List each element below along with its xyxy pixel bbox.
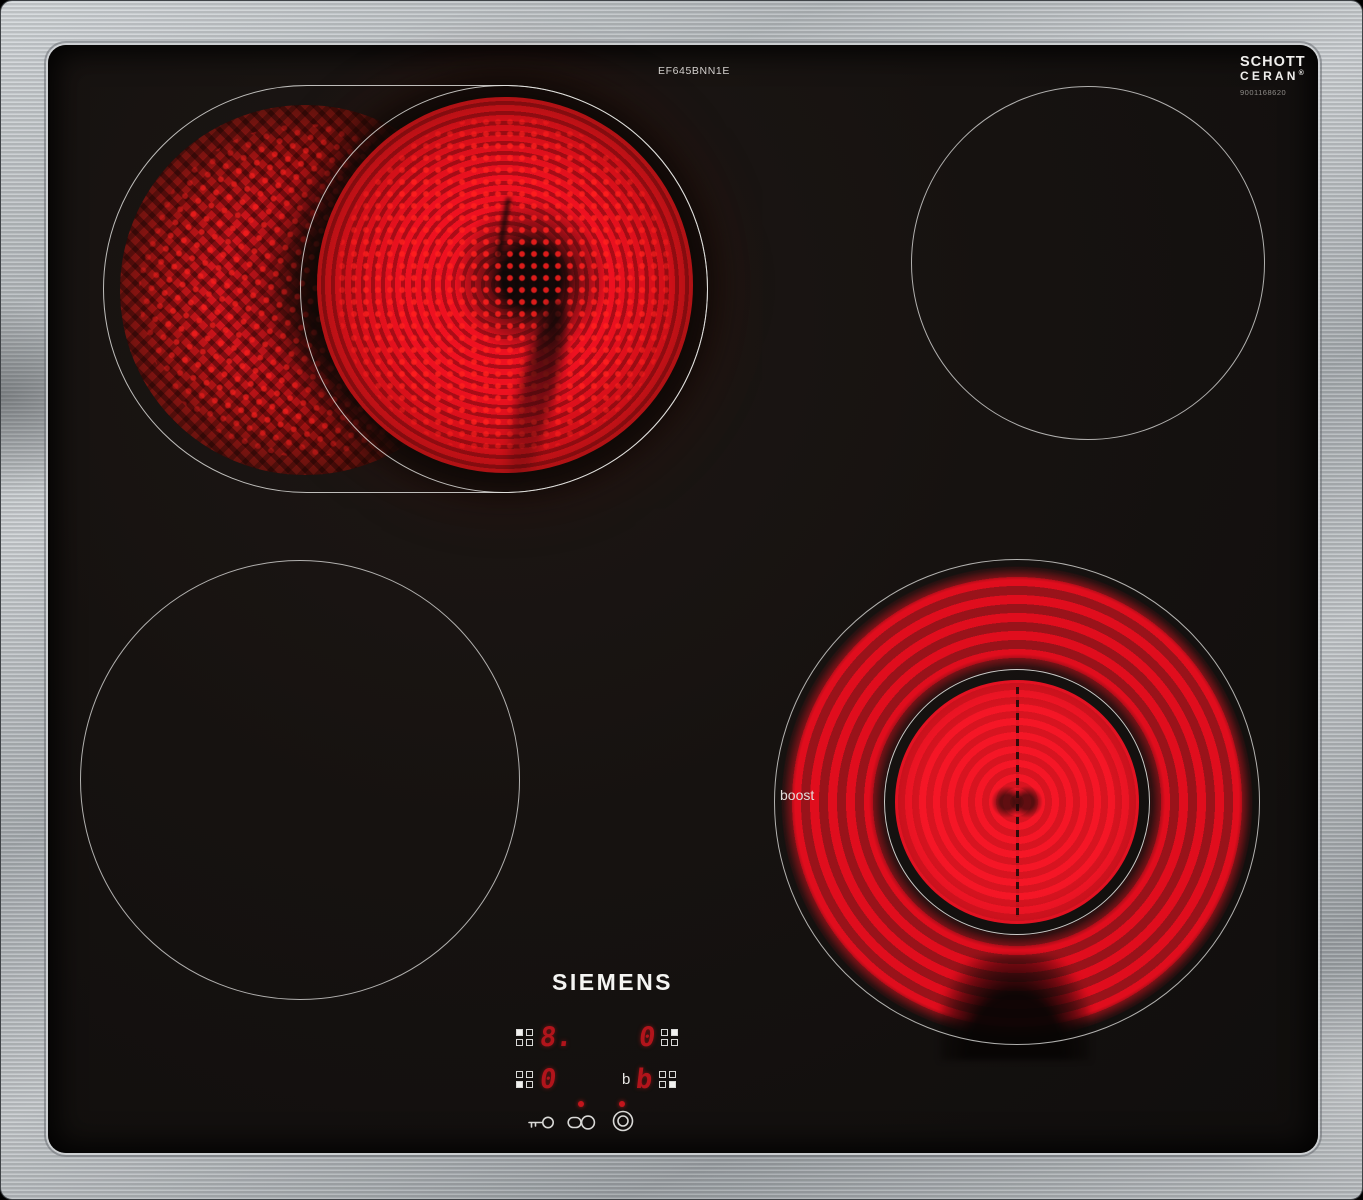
zone-position-icon-front-left xyxy=(516,1071,534,1089)
display-rear-left: 8. xyxy=(516,1024,573,1051)
zone-front-left-outline xyxy=(80,560,520,1000)
power-level-display: 0 xyxy=(538,1066,558,1093)
glass-serial-number: 9001168620 xyxy=(1240,89,1318,97)
zone-position-icon-front-right xyxy=(659,1071,677,1089)
zone-position-icon-rear-left xyxy=(516,1029,534,1047)
schott-logo-line1: SCHOTT xyxy=(1240,55,1318,70)
oval-zone-icon xyxy=(567,1114,597,1131)
zone-rear-left xyxy=(103,85,708,493)
zone-front-right: boost xyxy=(774,559,1260,1045)
siemens-logo: SIEMENS xyxy=(552,969,673,996)
power-level-display: 8. xyxy=(538,1024,574,1051)
indicator-led xyxy=(619,1101,625,1107)
boost-symbol: b xyxy=(622,1071,630,1088)
schott-ceran-logo: SCHOTT CERAN® 9001168620 xyxy=(1240,55,1318,97)
display-front-right: b b xyxy=(622,1066,677,1093)
ceramic-glass-surface: EF645BNN1E SCHOTT CERAN® 9001168620 SIEM… xyxy=(48,45,1318,1153)
zone-outline-inner xyxy=(884,669,1150,935)
cooktop-product-photo: EF645BNN1E SCHOTT CERAN® 9001168620 SIEM… xyxy=(0,0,1363,1200)
indicator-led xyxy=(578,1101,584,1107)
child-lock-key-icon xyxy=(526,1113,556,1132)
zone-rear-right-outline xyxy=(911,86,1265,440)
zone-position-icon-rear-right xyxy=(661,1029,679,1047)
boost-label: boost xyxy=(780,787,814,803)
display-rear-right: 0 xyxy=(639,1024,679,1051)
schott-logo-line2: CERAN® xyxy=(1240,70,1318,83)
power-level-display: b xyxy=(635,1066,655,1093)
display-front-left: 0 xyxy=(516,1066,556,1093)
power-level-display: 0 xyxy=(637,1024,657,1051)
zone-outline-circle xyxy=(300,85,708,493)
concentric-rings-icon xyxy=(611,1109,635,1133)
model-number-text: EF645BNN1E xyxy=(658,65,730,77)
registered-mark: ® xyxy=(1299,70,1304,77)
